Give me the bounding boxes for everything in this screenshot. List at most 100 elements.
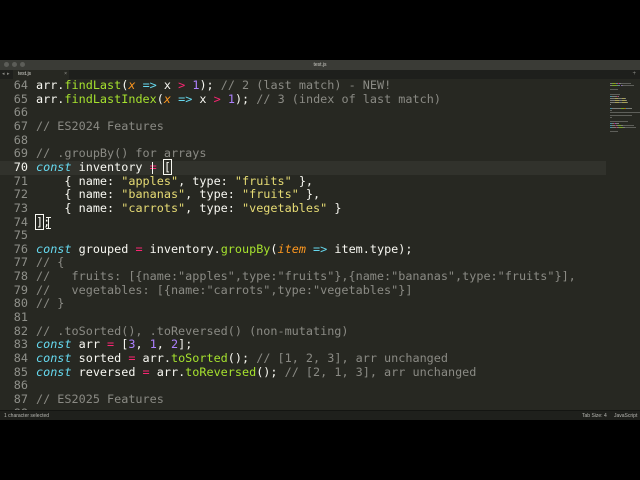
code-area[interactable]: arr. findLast (x => x > 1); // 2 (last mat… (34, 79, 606, 410)
minimap-line (610, 104, 612, 105)
line-number: 76 (13, 241, 28, 256)
selection-status: 1 character selected (4, 413, 50, 419)
code-token: const (36, 337, 72, 352)
code-token: // vegetables: [{name:"carrots",type:"ve… (36, 282, 413, 297)
code-token: => (178, 91, 193, 106)
code-token: reversed (71, 364, 143, 379)
code-token: , type: (185, 187, 242, 202)
code-token: // { (36, 255, 65, 270)
code-token: findLast (64, 79, 122, 92)
code-token: ]; (178, 337, 193, 352)
code-token: "bananas" (121, 187, 186, 202)
tab-label: test.js (18, 71, 32, 77)
code-token: // .toSorted(), .toReversed() (non-mutat… (36, 323, 349, 338)
editor-window: test.js ◂ ▸ test.js × + 64 65 66 67 68 69 70 71… (0, 60, 640, 420)
code-token: => (313, 241, 328, 256)
code-token: arr. (135, 351, 171, 365)
minimap-line (627, 101, 629, 103)
code-token: // 2 (last match) - NEW! (220, 79, 392, 92)
window-title: test.js (313, 62, 327, 68)
code-token: , (135, 337, 150, 352)
code-line: const inventory = [ (36, 158, 172, 175)
code-line: const grouped = inventory.groupBy(item =… (36, 241, 413, 257)
code-token: const (36, 241, 72, 256)
tab-test-js[interactable]: test.js × (13, 70, 69, 79)
minimap-line (610, 110, 612, 112)
code-token: } (327, 200, 342, 215)
code-token: x (163, 91, 171, 106)
add-tab-icon[interactable]: + (632, 70, 636, 79)
code-token: "fruits" (241, 187, 299, 202)
syntax-status[interactable]: JavaScript (614, 411, 637, 420)
close-icon[interactable]: × (64, 70, 67, 79)
chevron-left-icon[interactable]: ◂ (2, 70, 5, 79)
code-token: grouped (71, 241, 136, 256)
code-line: // vegetables: [{name:"carrots",type:"ve… (36, 282, 413, 298)
line-number: 87 (13, 391, 28, 406)
code-token: > (213, 91, 221, 106)
code-token: // .groupBy() for arrays (36, 146, 207, 161)
code-token: const (36, 351, 72, 365)
tab-size-status[interactable]: Tab Size: 4 (582, 411, 607, 420)
code-token: 1 (227, 91, 235, 106)
line-number: 66 (13, 105, 28, 120)
line-number: 78 (13, 269, 28, 284)
code-token: ( (156, 91, 164, 106)
line-number: 72 (13, 187, 28, 202)
line-number: 69 (13, 146, 28, 161)
code-token: "apples" (121, 173, 179, 188)
code-token: = (142, 364, 150, 379)
code-token: item (277, 241, 306, 256)
code-line: { name: "apples", type: "fruits" }, (36, 173, 313, 189)
code-token: arr (71, 337, 108, 352)
minimap-line (627, 108, 633, 110)
minimap[interactable] (606, 79, 640, 410)
minimap-line (610, 112, 640, 114)
code-line: // { (36, 256, 64, 270)
code-token: "carrots" (121, 200, 186, 215)
code-token: 1 (149, 337, 157, 352)
line-number: 71 (13, 173, 28, 188)
code-token: x (156, 79, 179, 92)
chevron-right-icon[interactable]: ▸ (7, 70, 10, 79)
code-token: inventory. (142, 241, 221, 256)
code-line: const arr = [3, 1, 2]; (36, 338, 192, 352)
code-line: const sorted = arr.toSorted(); // [1, 2,… (36, 351, 448, 366)
code-line: // ES2025 Features (36, 392, 164, 407)
matched-bracket: [ (162, 158, 172, 175)
code-token: const (36, 159, 72, 174)
minimap-line (610, 116, 612, 118)
line-number: 77 (13, 255, 28, 270)
code-token: => (142, 79, 157, 92)
line-number: 81 (13, 310, 28, 325)
line-number: 84 (13, 351, 28, 365)
line-number-gutter[interactable]: 64 65 66 67 68 69 70 71 72 73 74 75 76 77 78 79 80 81 82 83… (0, 79, 32, 410)
code-token: ); (234, 91, 257, 106)
code-token: (); (227, 351, 257, 365)
code-editor[interactable]: 64 65 66 67 68 69 70 71 72 73 74 75 76 77 78 79 80 81 82 83… (0, 79, 640, 410)
code-token: ); (199, 79, 221, 92)
code-token: groupBy (220, 241, 271, 256)
code-line: arr.findLastIndex(x => x > 1); // 3 (ind… (36, 91, 441, 107)
code-line: { name: "bananas", type: "fruits" }, (36, 187, 320, 202)
code-line: arr.findLast(x => x > 1); // 2 (last mat… (36, 79, 391, 93)
line-number: 83 (13, 337, 28, 352)
minimap-line (625, 97, 627, 99)
line-number: 79 (13, 282, 28, 297)
code-token: { name: (36, 200, 122, 215)
code-token: "fruits" (234, 173, 292, 188)
code-token: = (135, 241, 143, 256)
line-number: 65 (13, 91, 28, 106)
code-token: , type: (178, 173, 235, 188)
code-token: , (156, 337, 172, 352)
code-token: { name: (36, 173, 122, 188)
code-line: // fruits: [{name:"apples",type:"fruits"… (36, 269, 576, 284)
code-token: "vegetables" (241, 200, 328, 215)
code-token: arr. (149, 364, 186, 379)
line-number: 86 (13, 378, 28, 393)
code-token: toSorted (170, 351, 228, 365)
code-token: toReversed (185, 364, 257, 379)
line-number: 74 (13, 214, 28, 229)
code-line: { name: "carrots", type: "vegetables" } (36, 200, 342, 216)
